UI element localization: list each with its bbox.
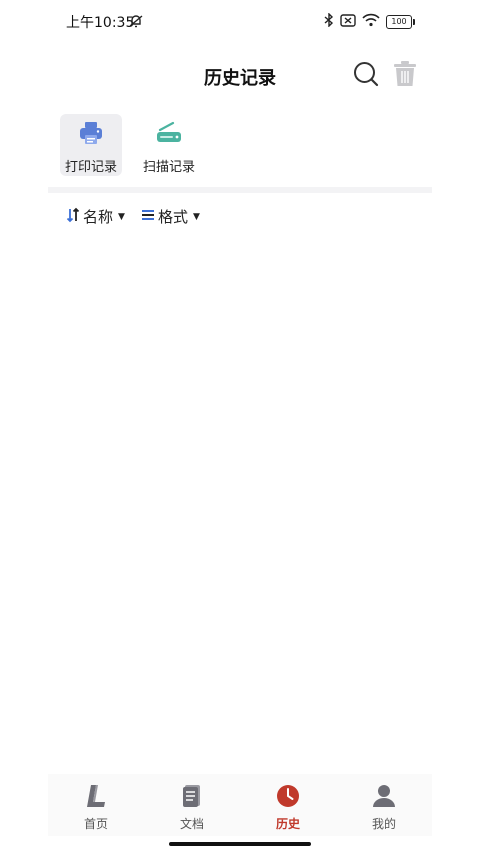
home-indicator[interactable] [169,842,311,846]
trash-icon [394,61,416,86]
printer-icon [78,120,104,150]
tab-label: 扫描记录 [142,160,195,175]
tab-scan-records[interactable]: 扫描记录 [138,114,200,176]
nav-label: 我的 [371,817,396,831]
format-dropdown[interactable]: 格式 ▼ [141,206,200,227]
tab-label: 打印记录 [64,160,117,175]
nav-label: 文档 [179,817,204,831]
clock-icon [276,784,300,812]
nav-item-profile[interactable]: 我的 [336,774,432,836]
filter-bar: 名称 ▼ 格式 ▼ [66,206,200,227]
delete-button[interactable] [392,60,418,88]
wifi-icon [362,12,380,31]
nav-item-documents[interactable]: 文档 [144,774,240,836]
person-icon [372,784,396,812]
mute-bell-icon [128,13,144,33]
sort-icon [66,207,80,227]
record-tabs: 打印记录 扫描记录 [60,114,200,176]
bottom-nav: 首页 文档 历史 我的 [48,774,432,836]
battery-icon: 100 [386,14,415,29]
filter-label: 格式 [157,208,188,226]
scanner-icon [156,120,182,150]
filter-label: 名称 [83,208,114,226]
nav-label: 历史 [275,817,300,831]
section-divider [48,187,432,193]
tab-print-records[interactable]: 打印记录 [60,114,122,176]
nav-item-home[interactable]: 首页 [48,774,144,836]
bluetooth-icon [324,12,334,31]
home-icon [85,784,107,812]
header: 历史记录 [0,50,480,100]
nav-item-history[interactable]: 历史 [240,774,336,836]
caret-down-icon: ▼ [118,211,125,222]
status-icons: 100 [324,12,415,31]
list-icon [141,208,155,226]
search-icon [354,62,379,87]
search-button[interactable] [352,60,380,88]
no-sim-icon [340,12,356,31]
document-icon [182,784,202,812]
nav-label: 首页 [83,817,108,831]
sort-by-name-dropdown[interactable]: 名称 ▼ [66,206,125,227]
status-bar: 上午10:35 100 [0,0,480,42]
caret-down-icon: ▼ [192,211,200,222]
status-time: 上午10:35 [66,15,135,31]
